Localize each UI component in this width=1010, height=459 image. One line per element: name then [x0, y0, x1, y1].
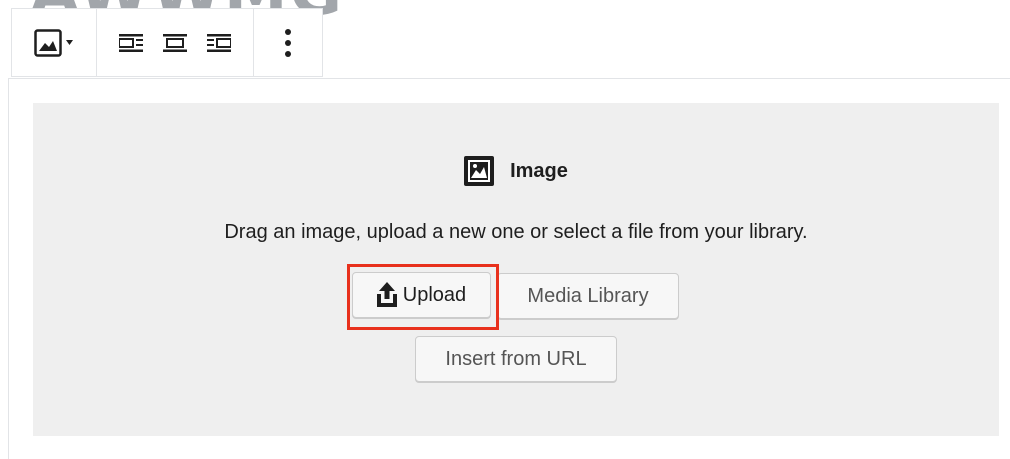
align-right-button[interactable]: [197, 21, 241, 65]
placeholder-instructions: Drag an image, upload a new one or selec…: [224, 221, 808, 243]
block-switcher-group: [12, 9, 96, 76]
insert-from-url-button[interactable]: Insert from URL: [415, 336, 617, 382]
more-vertical-icon: [285, 28, 291, 57]
image-placeholder[interactable]: Image Drag an image, upload a new one or…: [33, 103, 999, 436]
block-toolbar: [11, 8, 323, 77]
align-left-icon: [119, 33, 143, 52]
align-left-button[interactable]: [109, 21, 153, 65]
caret-down-icon: [66, 39, 73, 45]
image-icon: [34, 28, 73, 57]
upload-icon: [376, 282, 397, 307]
insert-from-url-label: Insert from URL: [445, 347, 587, 370]
media-library-button[interactable]: Media Library: [497, 273, 679, 319]
alignment-group: [96, 9, 253, 76]
align-right-icon: [207, 33, 231, 52]
image-icon: [464, 156, 495, 186]
more-options-button[interactable]: [266, 21, 310, 65]
block-switcher-button[interactable]: [24, 21, 84, 65]
upload-button[interactable]: Upload: [352, 272, 491, 318]
media-library-label: Media Library: [527, 284, 649, 307]
align-center-icon: [163, 33, 187, 52]
placeholder-label: Image: [33, 156, 999, 186]
align-center-button[interactable]: [153, 21, 197, 65]
upload-label: Upload: [402, 283, 467, 306]
placeholder-title: Image: [510, 159, 568, 182]
more-options-group: [253, 9, 322, 76]
